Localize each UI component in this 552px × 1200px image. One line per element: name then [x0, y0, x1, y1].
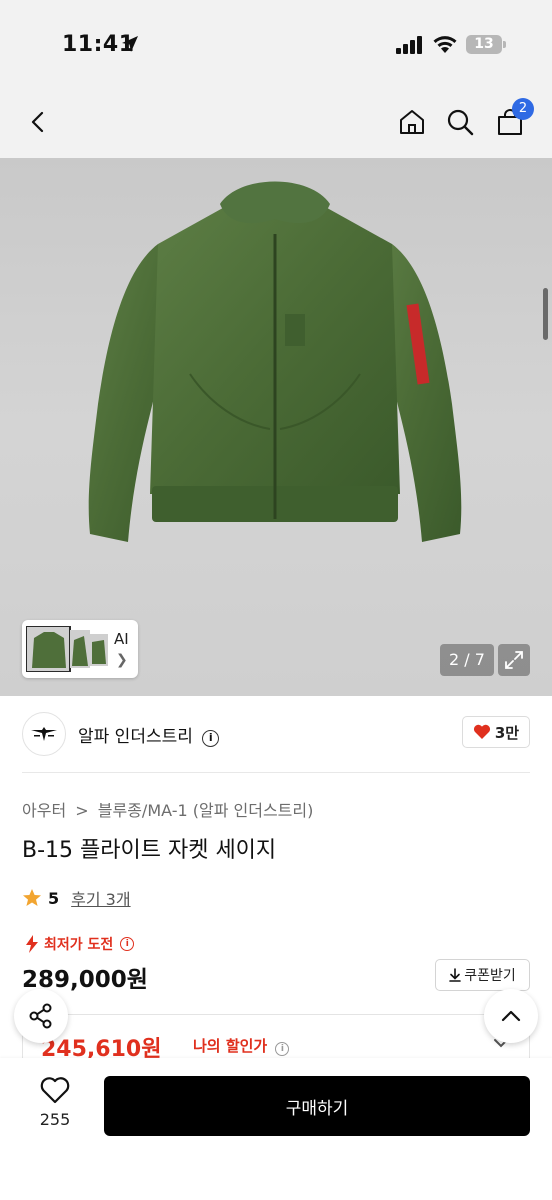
- breadcrumb: 아우터 > 블루종/MA-1 (알파 인더스트리): [22, 797, 313, 821]
- image-page-counter: 2 / 7: [440, 644, 494, 676]
- breadcrumb-item-outer[interactable]: 아우터: [22, 801, 66, 820]
- discount-label: 나의 할인가 i: [193, 1035, 290, 1056]
- heart-outline-icon: [40, 1077, 70, 1104]
- coupon-download-button[interactable]: 쿠폰받기: [435, 959, 530, 991]
- info-icon[interactable]: i: [275, 1042, 290, 1056]
- ai-label: AI: [114, 630, 129, 648]
- location-arrow-icon: [122, 36, 138, 52]
- buy-button[interactable]: 구매하기: [104, 1076, 530, 1136]
- expand-icon: [505, 651, 523, 669]
- brand-like-button[interactable]: 3만: [462, 716, 530, 748]
- rating-row: 5 후기 3개: [22, 886, 131, 910]
- rating-value: 5: [48, 888, 60, 908]
- star-icon: [23, 889, 41, 906]
- info-icon[interactable]: i: [120, 937, 135, 951]
- chevron-left-icon: [31, 111, 44, 133]
- expand-image-button[interactable]: [498, 644, 530, 676]
- app-header: 2: [0, 88, 552, 158]
- download-icon: [449, 968, 462, 982]
- scroll-to-top-button[interactable]: [484, 989, 538, 1043]
- chevron-up-icon: [501, 1010, 521, 1022]
- cellular-signal-icon: [396, 36, 422, 54]
- lowest-price-badge: 최저가 도전 i: [24, 934, 135, 954]
- brand-like-count: 3만: [494, 723, 520, 742]
- product-title: B-15 플라이트 자켓 세이지: [22, 838, 277, 863]
- scrollbar-thumb[interactable]: [543, 288, 548, 340]
- brand-name: 알파 인더스트리: [78, 727, 193, 747]
- home-icon: [400, 110, 424, 134]
- brand-row: 알파 인더스트리 i 3만: [0, 696, 552, 772]
- wishlist-count: 255: [39, 1110, 71, 1129]
- status-bar: 11:41 13: [0, 0, 552, 88]
- home-button[interactable]: [392, 102, 432, 142]
- brand-name-link[interactable]: 알파 인더스트리 i: [78, 722, 220, 747]
- battery-tip: [503, 41, 506, 48]
- cart-count-badge: 2: [512, 98, 534, 120]
- product-image-gallery[interactable]: AI ❯ 2 / 7: [0, 158, 552, 696]
- discount-label-text: 나의 할인가: [193, 1037, 268, 1055]
- coupon-label: 쿠폰받기: [464, 968, 516, 984]
- back-button[interactable]: [18, 102, 58, 142]
- chevron-right-icon: ❯: [116, 652, 128, 668]
- share-button[interactable]: [14, 989, 68, 1043]
- share-icon: [29, 1003, 52, 1029]
- search-button[interactable]: [440, 102, 480, 142]
- heart-filled-icon: [473, 724, 490, 739]
- bottom-action-bar: 255 구매하기: [0, 1058, 552, 1200]
- lowest-price-label: 최저가 도전: [44, 937, 114, 953]
- brand-logo[interactable]: [22, 712, 66, 756]
- search-icon: [447, 109, 474, 136]
- wifi-icon: [433, 36, 457, 53]
- cart-button[interactable]: 2: [490, 98, 534, 142]
- product-image: [88, 181, 462, 542]
- brand-wing-logo-icon: [31, 727, 57, 741]
- lightning-icon: [26, 935, 38, 953]
- wishlist-button[interactable]: 255: [24, 1076, 86, 1136]
- divider: [22, 772, 530, 773]
- breadcrumb-separator: >: [75, 801, 89, 820]
- info-icon[interactable]: i: [202, 730, 220, 747]
- battery-indicator: 13: [466, 35, 502, 54]
- breadcrumb-item-category[interactable]: 블루종/MA-1 (알파 인더스트리): [98, 801, 314, 820]
- ai-thumbnail-strip[interactable]: AI ❯: [22, 620, 138, 678]
- thumbnail-images: [26, 626, 108, 672]
- review-link[interactable]: 후기 3개: [71, 886, 130, 910]
